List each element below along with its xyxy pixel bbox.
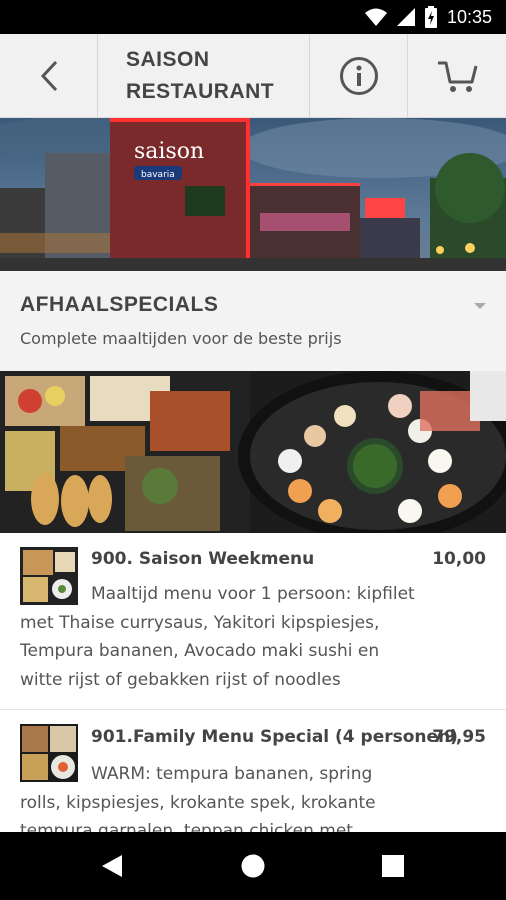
title-line-2: RESTAURANT	[126, 80, 275, 103]
item-price: 10,00	[432, 549, 486, 569]
status-icons: 10:35	[364, 6, 492, 28]
nav-recents-icon[interactable]	[382, 855, 404, 877]
desc-line: rolls, kipspiesjes, krokante spek, kroka…	[20, 792, 376, 813]
category-subtitle: Complete maaltijden voor de beste prijs	[20, 329, 342, 348]
item-name: 900. Saison Weekmenu	[91, 549, 315, 569]
desc-line: Tempura bananen, Avocado maki sushi en	[20, 641, 380, 661]
banner-sign-text: saison	[134, 139, 204, 164]
app-header: SAISON RESTAURANT	[0, 34, 506, 118]
restaurant-title: SAISON RESTAURANT	[98, 34, 310, 118]
system-nav-bar	[0, 832, 506, 900]
nav-back-icon[interactable]	[100, 854, 124, 878]
nav-home-icon[interactable]	[241, 854, 265, 878]
desc-line: WARM: tempura bananen, spring	[91, 764, 373, 784]
title-line-1: SAISON	[126, 48, 210, 71]
item-name: 901.Family Menu Special (4 personen)	[91, 727, 458, 747]
cart-icon	[438, 61, 478, 92]
battery-charging-icon	[424, 6, 437, 28]
desc-line: met Thaise currysaus, Yakitori kipspiesj…	[20, 612, 380, 633]
menu-item[interactable]: 901.Family Menu Special (4 personen) 79,…	[0, 710, 506, 832]
back-button[interactable]	[0, 34, 98, 118]
item-price: 79,95	[432, 727, 486, 747]
category-food-image	[0, 371, 506, 533]
back-arrow-icon	[40, 60, 57, 92]
info-icon	[339, 57, 378, 95]
menu-item[interactable]: 900. Saison Weekmenu 10,00 Maaltijd menu…	[0, 533, 506, 710]
cart-button[interactable]	[408, 34, 506, 118]
info-button[interactable]	[310, 34, 408, 118]
category-title: AFHAALSPECIALS	[20, 293, 219, 316]
desc-line: tempura garnalen, teppan chicken met	[20, 821, 353, 832]
item-thumbnail	[20, 547, 78, 605]
banner-sub-sign-text: bavaria	[141, 170, 175, 180]
menu-list[interactable]: 900. Saison Weekmenu 10,00 Maaltijd menu…	[0, 533, 506, 832]
wifi-icon	[364, 8, 387, 26]
item-description: WARM: tempura bananen, spring rolls, kip…	[20, 760, 376, 832]
category-header[interactable]: AFHAALSPECIALS Complete maaltijden voor …	[0, 271, 506, 371]
desc-line: witte rijst of gebakken rijst of noodles	[20, 669, 341, 690]
status-time: 10:35	[446, 6, 492, 27]
restaurant-banner-image: saison bavaria	[0, 118, 506, 271]
dropdown-caret-icon[interactable]	[474, 303, 486, 309]
desc-line: Maaltijd menu voor 1 persoon: kipfilet	[91, 584, 415, 604]
item-description: Maaltijd menu voor 1 persoon: kipfilet m…	[20, 580, 415, 694]
item-thumbnail	[20, 724, 78, 782]
signal-icon	[396, 8, 415, 26]
status-bar: 10:35	[0, 0, 506, 34]
